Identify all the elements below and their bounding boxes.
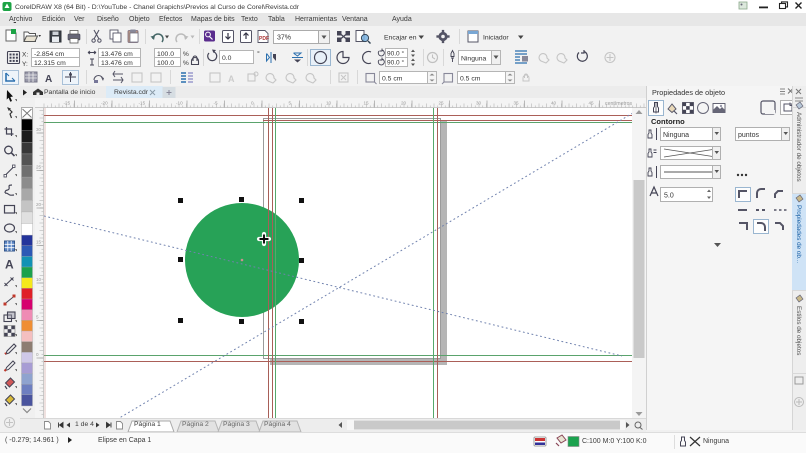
- svg-text:30: 30: [476, 101, 482, 106]
- svg-text:5.0: 5.0: [664, 193, 674, 200]
- svg-text:Y:: Y:: [22, 61, 28, 68]
- svg-text:40: 40: [551, 101, 557, 106]
- svg-text:puntos: puntos: [738, 132, 760, 139]
- svg-text:°: °: [257, 50, 260, 58]
- svg-text:15: 15: [364, 101, 370, 106]
- svg-text:13.476 cm: 13.476 cm: [101, 60, 133, 67]
- svg-text:PDF: PDF: [259, 36, 269, 42]
- svg-text:X:: X:: [22, 52, 28, 59]
- svg-text:5: 5: [289, 101, 292, 106]
- svg-text:0.0: 0.0: [222, 55, 232, 62]
- svg-text:-10: -10: [176, 101, 183, 106]
- svg-text:-5: -5: [214, 101, 219, 106]
- svg-text:100.0: 100.0: [157, 60, 174, 67]
- svg-text:90.0 °: 90.0 °: [387, 50, 404, 58]
- svg-text:Encajar en: Encajar en: [384, 35, 417, 42]
- svg-text:0: 0: [36, 352, 39, 357]
- svg-text:0.5 cm: 0.5 cm: [460, 76, 481, 83]
- svg-text:45: 45: [589, 101, 595, 106]
- svg-text:30: 30: [36, 127, 42, 132]
- svg-text:Iniciador: Iniciador: [483, 35, 509, 42]
- svg-text:25: 25: [439, 101, 445, 106]
- svg-text:25: 25: [36, 165, 42, 170]
- svg-text:A: A: [228, 74, 235, 84]
- svg-text:%: %: [183, 60, 189, 67]
- svg-text:90.0 °: 90.0 °: [387, 59, 404, 67]
- svg-text:Ninguna: Ninguna: [663, 132, 689, 139]
- svg-text:-2.854 cm: -2.854 cm: [34, 51, 65, 58]
- svg-text:10: 10: [326, 101, 332, 106]
- svg-text:%: %: [183, 51, 189, 58]
- svg-text:0: 0: [251, 101, 254, 106]
- svg-text:5: 5: [36, 315, 39, 320]
- svg-text:35: 35: [514, 101, 520, 106]
- svg-text:20: 20: [36, 202, 42, 207]
- svg-text:centímetros: centímetros: [605, 101, 633, 107]
- svg-text:A: A: [5, 258, 14, 272]
- svg-text:Ninguna: Ninguna: [461, 56, 487, 63]
- svg-text:A: A: [45, 74, 52, 85]
- svg-text:37%: 37%: [277, 35, 291, 42]
- svg-text:13.476 cm: 13.476 cm: [101, 51, 133, 58]
- svg-text:10: 10: [36, 277, 42, 282]
- svg-text:-20: -20: [101, 101, 108, 106]
- svg-text:12.315 cm: 12.315 cm: [34, 60, 66, 67]
- svg-text:15: 15: [36, 240, 42, 245]
- svg-text:20: 20: [401, 101, 407, 106]
- svg-text:100.0: 100.0: [157, 51, 174, 58]
- svg-text:0.5 cm: 0.5 cm: [382, 76, 403, 83]
- svg-text:-25: -25: [64, 101, 71, 106]
- svg-text:-15: -15: [139, 101, 146, 106]
